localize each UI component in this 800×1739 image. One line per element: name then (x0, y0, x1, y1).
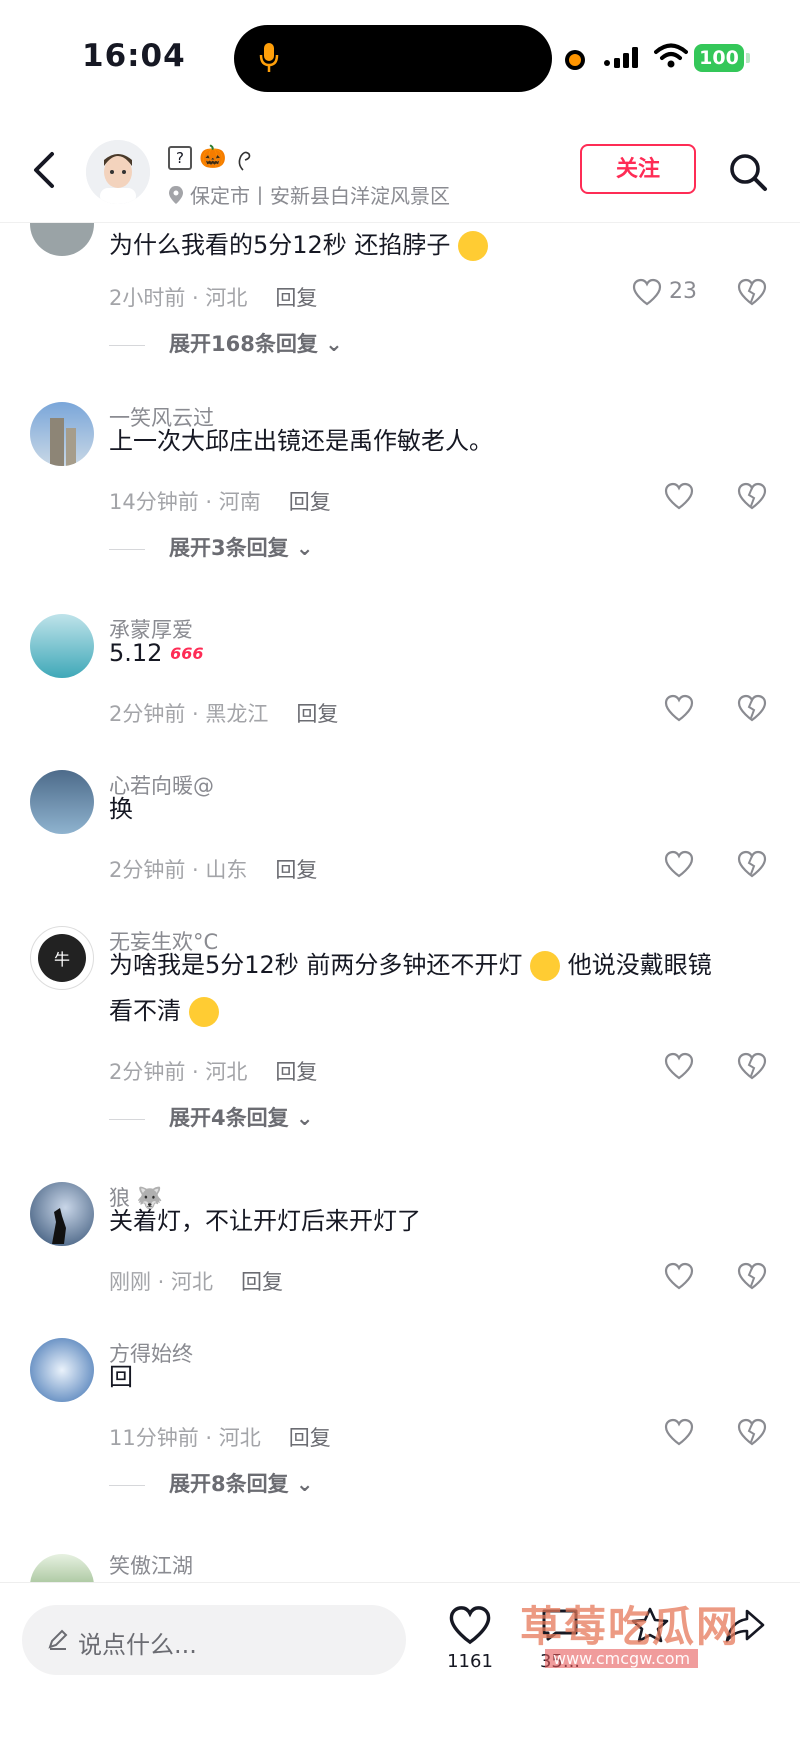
comment-input-placeholder: 说点什么... (78, 1631, 197, 1659)
dislike-icon[interactable] (737, 1262, 767, 1294)
dynamic-island (234, 25, 552, 92)
comment-avatar[interactable] (30, 222, 94, 256)
status-time: 16:04 (82, 38, 186, 74)
laugh-cry-emoji-icon (530, 951, 561, 981)
reply-button[interactable]: 回复 (275, 1060, 317, 1084)
comment-meta: 刚刚 · 河北 回复 (109, 1270, 284, 1294)
reply-button[interactable]: 回复 (289, 1426, 331, 1450)
comment-text: 关着灯，不让开灯后来开灯了 (109, 1207, 421, 1235)
dislike-icon[interactable] (737, 1052, 767, 1084)
share-arrow-icon (723, 1609, 767, 1649)
emoji-666: 666 (170, 644, 204, 663)
reply-button[interactable]: 回复 (241, 1270, 283, 1294)
comment-avatar[interactable] (30, 402, 94, 466)
dislike-icon[interactable] (737, 482, 767, 514)
like-button[interactable] (664, 1262, 694, 1290)
dislike-icon[interactable] (737, 1418, 767, 1450)
cellular-signal-icon (603, 45, 643, 73)
pumpkin-emoji: 🎃 (199, 145, 227, 170)
comment-avatar[interactable]: 牛 (30, 926, 94, 990)
comment-avatar[interactable] (30, 1554, 94, 1582)
comment-text: 回 (109, 1363, 133, 1391)
reply-button[interactable]: 回复 (289, 490, 331, 514)
swirl-icon (233, 145, 253, 171)
reply-button[interactable]: 回复 (275, 286, 317, 310)
comment-avatar[interactable] (30, 1182, 94, 1246)
like-button[interactable]: 23 (632, 278, 697, 306)
comment-text: 5.12 666 (109, 630, 769, 677)
location-pin-icon (168, 185, 184, 210)
comment-meta: 2分钟前 · 河北 回复 (109, 1060, 318, 1084)
like-button[interactable] (664, 694, 694, 722)
comment-text: 换 (109, 795, 133, 823)
like-button[interactable] (664, 482, 694, 510)
like-button[interactable] (664, 1052, 694, 1080)
wifi-icon (654, 43, 688, 73)
comment-text: 为啥我是5分12秒 前两分多钟还不开灯 他说没戴眼镜 看不清 (109, 951, 712, 1027)
like-button[interactable] (664, 1418, 694, 1446)
comment-avatar[interactable] (30, 614, 94, 678)
comment-meta: 2分钟前 · 黑龙江 回复 (109, 702, 339, 726)
location-text: 保定市丨安新县白洋淀风景区 (190, 184, 450, 208)
star-icon (628, 1607, 672, 1649)
reply-button[interactable]: 回复 (296, 702, 338, 726)
expand-replies-button[interactable]: 展开3条回复 ⌄ (109, 532, 314, 562)
comment-username[interactable]: 笑傲江湖 (109, 1550, 193, 1580)
back-chevron-icon[interactable] (30, 150, 58, 194)
comment-meta: 2小时前 · 河北 回复 (109, 286, 318, 310)
video-like-button[interactable]: 1161 (440, 1605, 500, 1672)
heart-icon (448, 1606, 492, 1649)
status-bar: 16:04 100 (0, 0, 800, 118)
location-line: 保定市丨安新县白洋淀风景区 (168, 180, 450, 210)
bottom-action-bar: 说点什么... 1161 35... 草莓吃瓜网 www.cmcgw.com (0, 1582, 800, 1739)
comment-meta: 14分钟前 · 河南 回复 (109, 490, 331, 514)
microphone-icon (258, 41, 280, 79)
profile-name: ? 🎃 (168, 144, 253, 172)
dislike-icon[interactable] (737, 850, 767, 882)
recording-indicator-icon (565, 50, 585, 70)
like-count: 23 (669, 279, 697, 304)
svg-text:牛: 牛 (54, 950, 70, 969)
expand-replies-button[interactable]: 展开168条回复 ⌄ (109, 328, 343, 358)
wink-emoji-icon (458, 231, 489, 261)
comment-avatar[interactable] (30, 1338, 94, 1402)
dislike-icon[interactable] (737, 694, 767, 726)
battery-indicator: 100 (694, 44, 750, 72)
like-button[interactable] (664, 850, 694, 878)
video-comment-button[interactable]: 35... (525, 1605, 595, 1672)
video-share-button[interactable] (715, 1605, 775, 1649)
video-favorite-button[interactable] (620, 1605, 680, 1649)
search-icon[interactable] (727, 151, 769, 197)
comment-meta: 11分钟前 · 河北 回复 (109, 1426, 331, 1450)
laugh-cry-emoji-icon (188, 997, 219, 1027)
dislike-icon[interactable] (737, 278, 767, 310)
comment-list[interactable]: 为什么我看的5分12秒 还掐脖子 2小时前 · 河北 回复 23 展开168条回复… (0, 222, 800, 1582)
comment-avatar[interactable] (30, 770, 94, 834)
reply-button[interactable]: 回复 (275, 858, 317, 882)
comment-count: 35... (539, 1651, 581, 1672)
follow-button[interactable]: 关注 (580, 144, 696, 194)
comment-meta: 2分钟前 · 山东 回复 (109, 858, 318, 882)
avatar[interactable] (86, 140, 150, 204)
comment-text: 为什么我看的5分12秒 还掐脖子 (109, 222, 769, 268)
like-count: 1161 (447, 1651, 493, 1672)
expand-replies-button[interactable]: 展开4条回复 ⌄ (109, 1102, 314, 1132)
expand-replies-button[interactable]: 展开8条回复 ⌄ (109, 1468, 314, 1498)
pencil-icon (46, 1627, 70, 1655)
comment-bubble-icon (538, 1609, 582, 1649)
unknown-glyph-icon: ? (168, 146, 192, 170)
comment-input[interactable]: 说点什么... (22, 1605, 406, 1675)
profile-header: ? 🎃 保定市丨安新县白洋淀风景区 关注 (0, 122, 800, 223)
comment-text: 上一次大邱庄出镜还是禹作敏老人。 (109, 427, 493, 455)
